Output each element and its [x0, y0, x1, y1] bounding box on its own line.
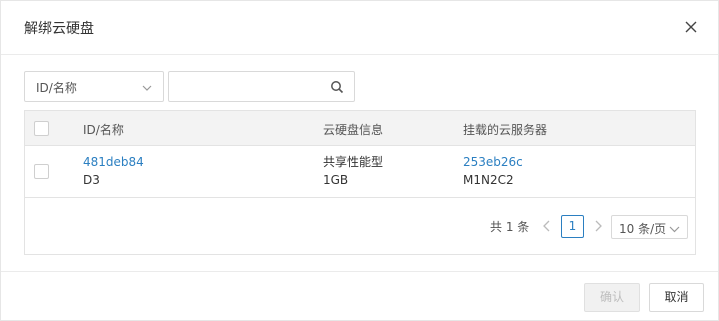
- close-icon[interactable]: [681, 17, 701, 37]
- column-header-mounted-server: 挂载的云服务器: [463, 123, 548, 137]
- row-checkbox[interactable]: [34, 164, 49, 179]
- column-header-disk-info: 云硬盘信息: [323, 123, 384, 137]
- dialog-title: 解绑云硬盘: [24, 21, 94, 37]
- chevron-left-icon[interactable]: [540, 218, 554, 234]
- chevron-right-icon[interactable]: [591, 218, 605, 234]
- dialog-footer: 确认 取消: [1, 271, 718, 320]
- pagination-total: 共 1 条: [490, 220, 530, 234]
- cancel-button[interactable]: 取消: [649, 283, 704, 312]
- page-size-select[interactable]: 10 条/页: [611, 215, 688, 239]
- server-name: M1N2C2: [463, 173, 514, 187]
- filter-field-select[interactable]: ID/名称: [24, 71, 164, 102]
- disk-size: 1GB: [323, 173, 349, 187]
- select-all-checkbox[interactable]: [34, 121, 49, 136]
- pagination-current-page[interactable]: 1: [561, 215, 584, 238]
- column-header-id-name: ID/名称: [83, 123, 124, 137]
- dialog-header: 解绑云硬盘: [1, 1, 718, 55]
- filter-field-label: ID/名称: [36, 81, 77, 95]
- disk-type: 共享性能型: [323, 155, 384, 169]
- server-id-link[interactable]: 253eb26c: [463, 153, 523, 171]
- chevron-down-icon: [141, 82, 153, 94]
- page-size-label: 10 条/页: [619, 222, 667, 236]
- disk-name: D3: [83, 173, 100, 187]
- chevron-down-icon: [669, 223, 680, 233]
- search-icon[interactable]: [330, 80, 344, 94]
- confirm-button[interactable]: 确认: [584, 283, 640, 312]
- table-header: ID/名称 云硬盘信息 挂载的云服务器: [25, 111, 695, 146]
- table-row: 481deb84 D3 共享性能型 1GB 253eb26c M1N2C2: [25, 146, 695, 198]
- disk-table: ID/名称 云硬盘信息 挂载的云服务器 481deb84 D3 共享性能型 1G…: [24, 110, 696, 255]
- unbind-disk-dialog: 解绑云硬盘 ID/名称 ID/名称 云硬盘信息 挂载的云服务器 481deb84…: [0, 0, 719, 321]
- search-input[interactable]: [170, 73, 320, 100]
- disk-id-link[interactable]: 481deb84: [83, 153, 144, 171]
- search-box: [168, 71, 355, 102]
